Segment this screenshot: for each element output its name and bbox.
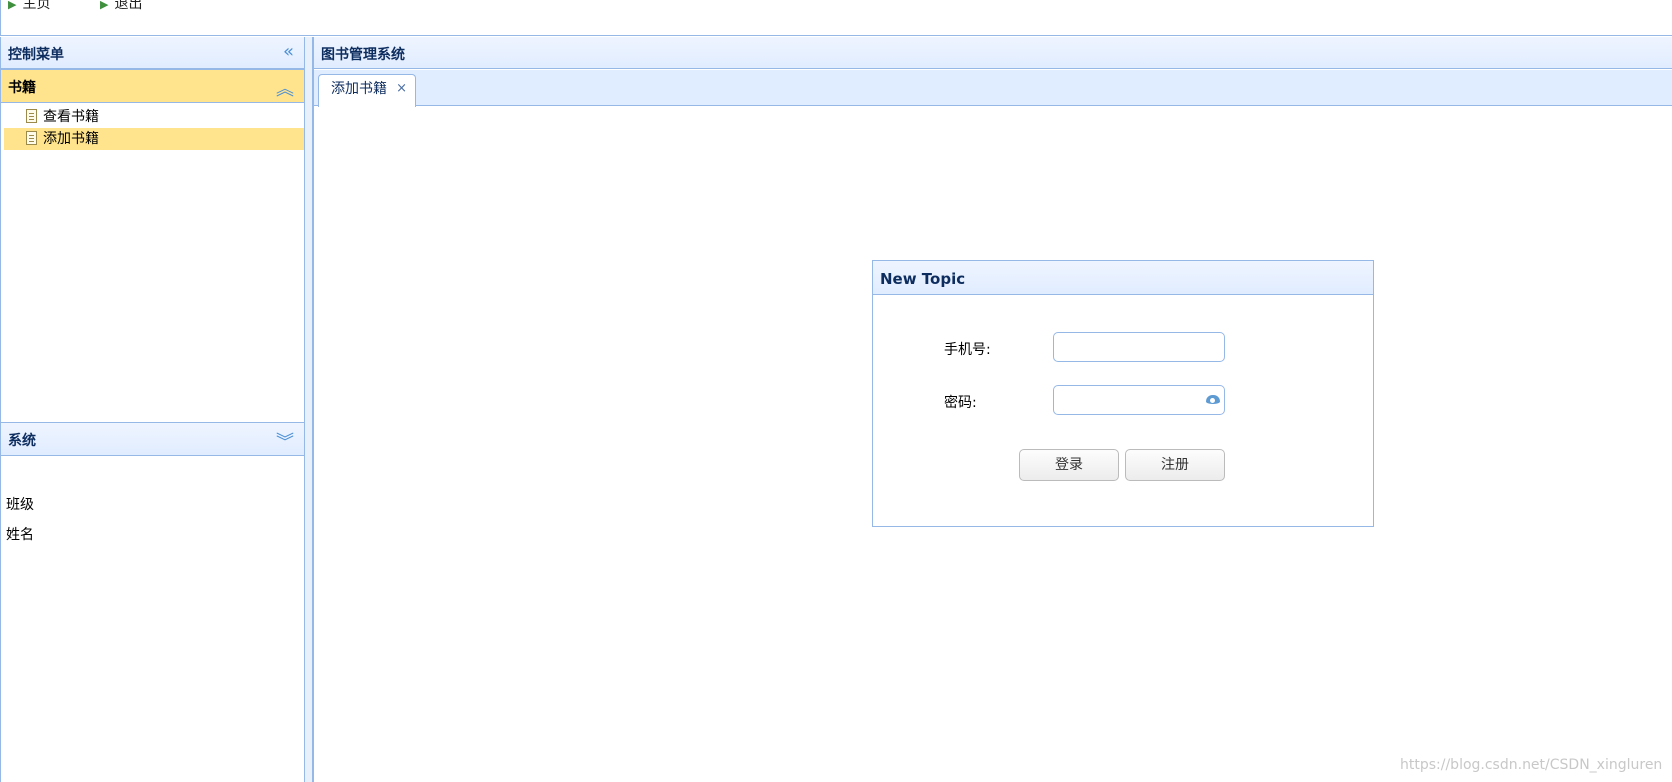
accordion-header-system[interactable]: 系统 ︾ xyxy=(1,422,304,456)
chevron-up-double-icon[interactable]: ︽ xyxy=(276,75,294,101)
password-label: 密码: xyxy=(944,395,977,411)
phone-input[interactable] xyxy=(1060,334,1204,362)
document-icon xyxy=(26,131,37,145)
password-textbox[interactable] xyxy=(1053,385,1225,415)
page-title: 图书管理系统 xyxy=(321,47,405,63)
west-panel-title: 控制菜单 xyxy=(8,47,64,63)
west-panel-header: 控制菜单 « xyxy=(1,37,304,69)
system-link-name[interactable]: 姓名 xyxy=(6,524,34,544)
play-arrow-icon: ▶ xyxy=(8,0,17,11)
accordion-title-books: 书籍 xyxy=(8,80,36,96)
eye-icon[interactable] xyxy=(1206,395,1220,404)
menu-item-view-books[interactable]: 查看书籍 xyxy=(4,106,304,128)
top-bar-edge xyxy=(0,0,1,36)
menu-item-add-book[interactable]: 添加书籍 xyxy=(4,128,304,150)
phone-label: 手机号: xyxy=(944,342,991,358)
menu-item-label: 添加书籍 xyxy=(43,131,99,147)
menu-item-label: 查看书籍 xyxy=(43,109,99,125)
close-icon[interactable]: × xyxy=(396,75,407,103)
top-bar: ▶ 主页 ▶ 退出 xyxy=(0,0,1672,36)
layout-splitter[interactable] xyxy=(305,37,313,782)
tabs-bar: 添加书籍 × xyxy=(314,70,1672,107)
dialog-title: New Topic xyxy=(873,261,1373,295)
nav-home-link[interactable]: ▶ 主页 xyxy=(8,0,50,13)
tab-add-book[interactable]: 添加书籍 × xyxy=(318,74,416,107)
login-button[interactable]: 登录 xyxy=(1019,449,1119,481)
register-button[interactable]: 注册 xyxy=(1125,449,1225,481)
nav-logout-link[interactable]: ▶ 退出 xyxy=(100,0,142,13)
west-panel: 控制菜单 « 书籍 ︽ 查看书籍 添加书籍 系统 ︾ 班级 姓名 xyxy=(0,37,305,782)
center-panel-header: 图书管理系统 xyxy=(314,37,1672,69)
login-dialog: New Topic 手机号: 密码: 登录 注册 xyxy=(872,260,1374,527)
tab-label: 添加书籍 xyxy=(331,81,387,97)
phone-textbox[interactable] xyxy=(1053,332,1225,362)
collapse-left-icon[interactable]: « xyxy=(283,41,294,62)
document-icon xyxy=(26,109,37,123)
password-input[interactable] xyxy=(1060,387,1204,415)
chevron-down-double-icon[interactable]: ︾ xyxy=(276,428,294,454)
play-arrow-icon: ▶ xyxy=(100,0,109,11)
watermark-text: https://blog.csdn.net/CSDN_xingluren xyxy=(1400,757,1663,773)
system-link-class[interactable]: 班级 xyxy=(6,494,34,514)
accordion-title-system: 系统 xyxy=(8,433,36,449)
accordion-header-books[interactable]: 书籍 ︽ xyxy=(1,69,304,103)
